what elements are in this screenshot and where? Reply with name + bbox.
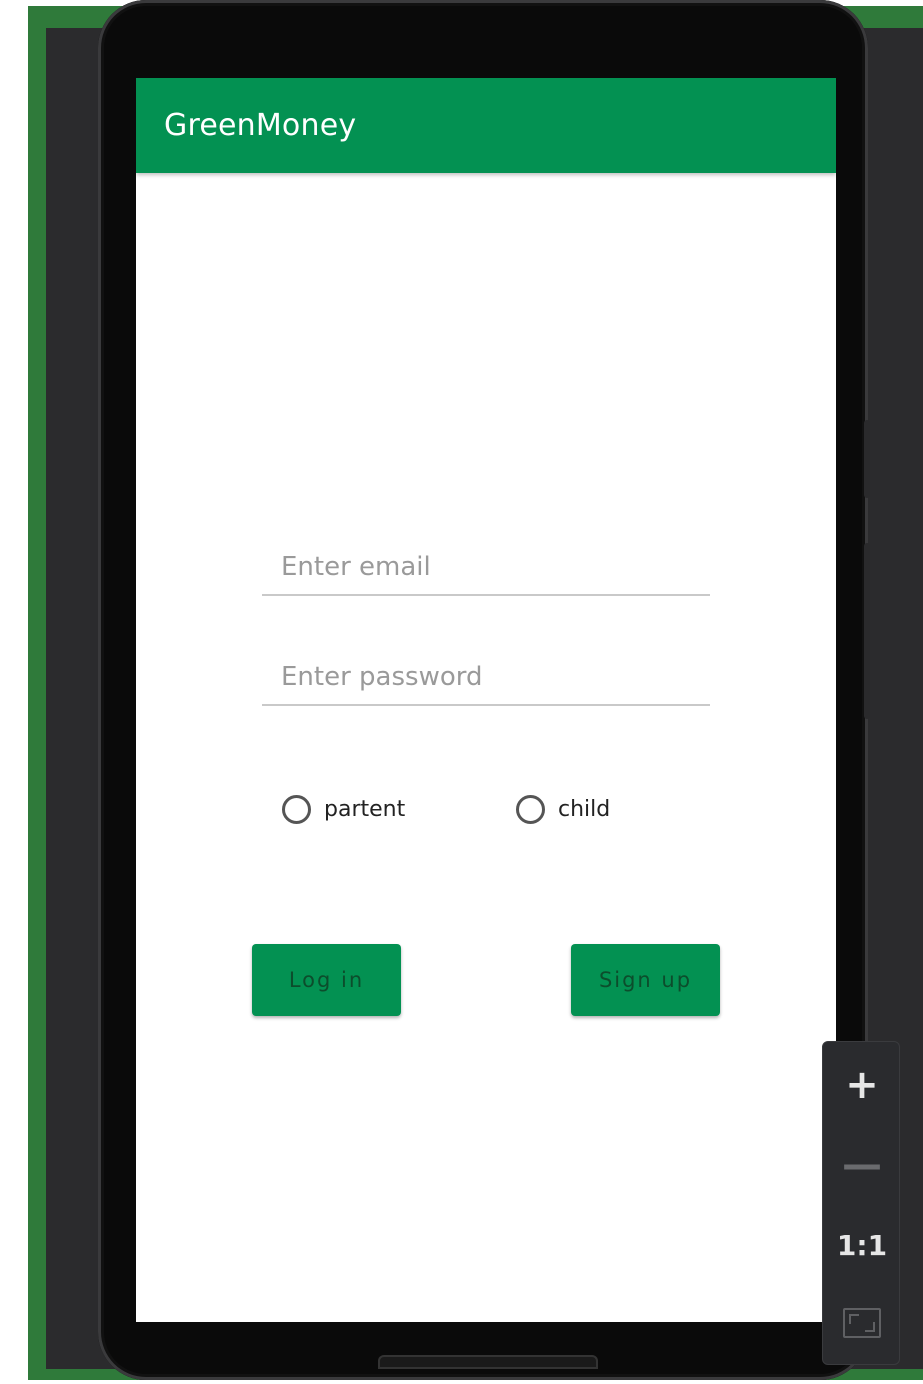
password-field: [262, 648, 710, 706]
email-field: [262, 538, 710, 596]
minus-icon: —: [842, 1142, 882, 1188]
radio-child-label: child: [558, 796, 611, 822]
fit-screen-icon: [843, 1308, 881, 1338]
radio-child[interactable]: child: [516, 791, 610, 827]
zoom-in-button[interactable]: +: [823, 1048, 901, 1122]
zoom-out-button[interactable]: —: [823, 1128, 901, 1202]
radio-button-icon[interactable]: [282, 794, 311, 824]
email-input[interactable]: [281, 552, 701, 582]
radio-parent[interactable]: partent: [282, 791, 405, 827]
zoom-controls: + — 1:1: [822, 1041, 900, 1365]
signup-button[interactable]: Sign up: [571, 944, 720, 1016]
radio-button-icon[interactable]: [516, 794, 545, 824]
app-screen: GreenMoney partent child Log in Sign up: [136, 78, 836, 1322]
plus-icon: +: [845, 1062, 879, 1108]
power-button[interactable]: [864, 543, 870, 719]
app-bar: GreenMoney: [136, 78, 836, 173]
device-bottom-bezel: [378, 1355, 598, 1369]
password-input[interactable]: [281, 662, 701, 692]
volume-button[interactable]: [864, 420, 870, 498]
zoom-reset-button[interactable]: 1:1: [823, 1208, 901, 1282]
fit-screen-button[interactable]: [823, 1286, 901, 1360]
radio-parent-label: partent: [324, 796, 406, 822]
app-title: GreenMoney: [164, 108, 357, 143]
login-button[interactable]: Log in: [252, 944, 401, 1016]
zoom-reset-label: 1:1: [836, 1228, 888, 1262]
